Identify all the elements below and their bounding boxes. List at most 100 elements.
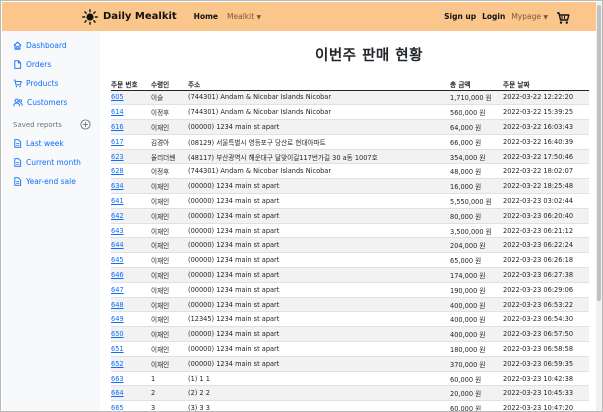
recipient-cell: 이재인 bbox=[151, 223, 188, 239]
sidebar-item-products[interactable]: Products bbox=[2, 74, 100, 93]
order-id-link[interactable]: 616 bbox=[111, 123, 124, 131]
order-id-link[interactable]: 642 bbox=[111, 212, 124, 220]
order-date-cell: 2022-03-22 15:39:25 bbox=[503, 104, 589, 121]
column-header-address: 주소 bbox=[188, 78, 450, 91]
order-id-link[interactable]: 665 bbox=[111, 404, 124, 411]
order-id-link[interactable]: 641 bbox=[111, 197, 124, 205]
nav-mealkit-dropdown[interactable]: Mealkit ▼ bbox=[227, 12, 261, 21]
order-id-link[interactable]: 650 bbox=[111, 330, 124, 338]
order-id-cell: 648 bbox=[111, 297, 151, 313]
recipient-cell: 이재인 bbox=[151, 326, 188, 343]
order-id-cell: 643 bbox=[111, 223, 151, 239]
table-row: 647 이재인 (00000) 1234 main st apart 190,000 … bbox=[111, 282, 589, 298]
order-id-link[interactable]: 663 bbox=[111, 375, 124, 383]
sidebar-item-label: Dashboard bbox=[26, 41, 67, 50]
order-id-link[interactable]: 664 bbox=[111, 389, 124, 397]
brand[interactable]: Daily Mealkit bbox=[82, 8, 177, 25]
sidebar-report-year-end-sale[interactable]: Year-end sale bbox=[2, 172, 100, 191]
nav-right-group: Sign up Login Mypage ▼ bbox=[438, 2, 570, 31]
sidebar-item-dashboard[interactable]: Dashboard bbox=[2, 36, 100, 55]
sidebar-item-label: Products bbox=[26, 79, 59, 88]
recipient-cell: 이재인 bbox=[151, 208, 188, 224]
nav-login[interactable]: Login bbox=[482, 12, 505, 21]
order-id-cell: 664 bbox=[111, 385, 151, 402]
order-id-link[interactable]: 628 bbox=[111, 167, 124, 175]
address-cell: (00000) 1234 main st apart bbox=[188, 341, 450, 357]
order-date-cell: 2022-03-23 06:29:06 bbox=[503, 282, 589, 298]
sidebar-item-label: Current month bbox=[26, 158, 81, 167]
sidebar-item-customers[interactable]: Customers bbox=[2, 93, 100, 112]
file-icon bbox=[14, 60, 22, 69]
table-row: 643 이재인 (00000) 1234 main st apart 3,500,00… bbox=[111, 223, 589, 239]
order-date-cell: 2022-03-23 06:58:58 bbox=[503, 341, 589, 357]
order-id-cell: 649 bbox=[111, 311, 151, 328]
order-id-link[interactable]: 644 bbox=[111, 241, 124, 249]
order-date-cell: 2022-03-23 06:20:40 bbox=[503, 208, 589, 224]
order-id-link[interactable]: 646 bbox=[111, 271, 124, 279]
browser-viewport: Daily Mealkit Home Mealkit ▼ Sign up Log… bbox=[0, 0, 603, 412]
order-id-link[interactable]: 605 bbox=[111, 93, 124, 101]
total-amount-cell: 5,550,000 원 bbox=[450, 193, 503, 209]
recipient-cell: 이재인 bbox=[151, 178, 188, 195]
order-date-cell: 2022-03-23 03:02:44 bbox=[503, 193, 589, 209]
column-header-date: 주문 날짜 bbox=[503, 78, 589, 91]
nav-mypage-label: Mypage bbox=[511, 12, 541, 21]
order-id-link[interactable]: 614 bbox=[111, 108, 124, 116]
table-row: 663 1 (1) 1 1 60,000 원 2022-03-23 10:42:38 bbox=[111, 371, 589, 387]
main-content: 이번주 판매 현황 주문 번호 수령인 주소 총 금액 주문 날짜 605 이슬(… bbox=[111, 31, 589, 411]
sidebar-item-orders[interactable]: Orders bbox=[2, 55, 100, 74]
recipient-cell: 이재인 bbox=[151, 297, 188, 313]
order-id-link[interactable]: 623 bbox=[111, 153, 124, 161]
order-date-cell: 2022-03-22 18:25:48 bbox=[503, 178, 589, 195]
order-id-link[interactable]: 647 bbox=[111, 286, 124, 294]
total-amount-cell: 174,000 원 bbox=[450, 267, 503, 283]
order-id-link[interactable]: 643 bbox=[111, 227, 124, 235]
order-id-link[interactable]: 649 bbox=[111, 315, 124, 323]
order-id-link[interactable]: 634 bbox=[111, 182, 124, 190]
order-id-link[interactable]: 645 bbox=[111, 256, 124, 264]
sidebar-item-label: Last week bbox=[26, 139, 64, 148]
table-row: 648 이재인 (00000) 1234 main st apart 400,000 … bbox=[111, 297, 589, 313]
nav-mypage-dropdown[interactable]: Mypage ▼ bbox=[511, 12, 548, 21]
table-row: 665 3 (3) 3 3 60,000 원 2022-03-23 10:47:20 bbox=[111, 400, 589, 411]
address-cell: (00000) 1234 main st apart bbox=[188, 119, 450, 135]
address-cell: (12345) 1234 main st apart bbox=[188, 311, 450, 328]
add-report-icon[interactable] bbox=[80, 118, 91, 132]
nav-mealkit-label: Mealkit bbox=[227, 12, 255, 21]
shopping-cart-icon[interactable] bbox=[556, 10, 570, 24]
order-date-cell: 2022-03-22 17:50:46 bbox=[503, 149, 589, 165]
cart-icon bbox=[13, 79, 22, 88]
order-date-cell: 2022-03-23 10:42:38 bbox=[503, 371, 589, 387]
scrollbar-thumb[interactable] bbox=[597, 5, 601, 301]
file-text-icon bbox=[14, 177, 22, 186]
recipient-cell: 1 bbox=[151, 371, 188, 387]
order-id-link[interactable]: 652 bbox=[111, 360, 124, 368]
home-icon bbox=[13, 41, 22, 50]
order-id-cell: 647 bbox=[111, 282, 151, 298]
order-id-link[interactable]: 651 bbox=[111, 345, 124, 353]
saved-reports-header: Saved reports bbox=[2, 116, 100, 134]
order-id-cell: 650 bbox=[111, 326, 151, 343]
page-scrollbar[interactable] bbox=[596, 2, 602, 411]
order-id-cell: 651 bbox=[111, 341, 151, 357]
table-row: 649 이재인 (12345) 1234 main st apart 400,000 … bbox=[111, 311, 589, 328]
nav-signup[interactable]: Sign up bbox=[444, 12, 476, 21]
table-row: 628 이정후 (744301) Andam & Nicobar Islands N… bbox=[111, 163, 589, 180]
order-date-cell: 2022-03-22 16:03:43 bbox=[503, 119, 589, 135]
total-amount-cell: 400,000 원 bbox=[450, 326, 503, 343]
recipient-cell: 율리더쎈 bbox=[151, 149, 188, 165]
nav-home[interactable]: Home bbox=[194, 12, 218, 21]
order-id-link[interactable]: 648 bbox=[111, 301, 124, 309]
address-cell: (00000) 1234 main st apart bbox=[188, 252, 450, 269]
recipient-cell: 이재인 bbox=[151, 193, 188, 209]
address-cell: (00000) 1234 main st apart bbox=[188, 282, 450, 298]
order-id-cell: 644 bbox=[111, 237, 151, 254]
order-id-link[interactable]: 617 bbox=[111, 138, 124, 146]
address-cell: (00000) 1234 main st apart bbox=[188, 237, 450, 254]
table-row: 664 2 (2) 2 2 20,000 원 2022-03-23 10:45:33 bbox=[111, 385, 589, 402]
recipient-cell: 이재인 bbox=[151, 311, 188, 328]
sidebar-report-last-week[interactable]: Last week bbox=[2, 134, 100, 153]
total-amount-cell: 60,000 원 bbox=[450, 400, 503, 411]
order-date-cell: 2022-03-23 06:59:35 bbox=[503, 356, 589, 372]
sidebar-report-current-month[interactable]: Current month bbox=[2, 153, 100, 172]
